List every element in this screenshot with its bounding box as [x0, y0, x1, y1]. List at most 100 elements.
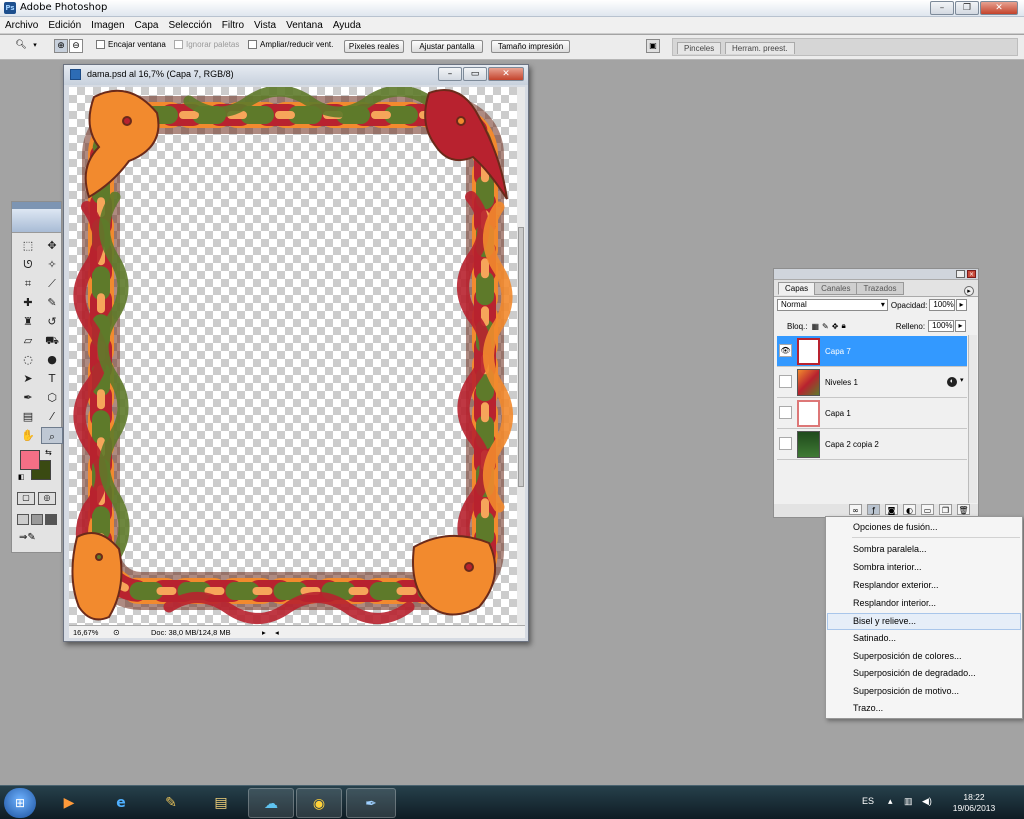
- menu-edicion[interactable]: Edición: [43, 20, 86, 31]
- volume-icon[interactable]: ◀): [922, 796, 932, 807]
- opacity-input[interactable]: 100%: [929, 299, 956, 311]
- layer-row-capa-2-copia-2[interactable]: Capa 2 copia 2: [777, 429, 967, 460]
- close-icon[interactable]: ✕: [980, 1, 1018, 15]
- layers-scrollbar[interactable]: [968, 335, 977, 503]
- menu-item-opciones-fusion[interactable]: Opciones de fusión...: [827, 519, 1021, 536]
- document-window[interactable]: dama.psd al 16,7% (Capa 7, RGB/8) – ▭ ✕: [63, 64, 529, 642]
- new-adjustment-layer-icon[interactable]: ◐: [903, 504, 916, 515]
- marquee-tool-icon[interactable]: ⬚: [17, 237, 39, 254]
- language-indicator[interactable]: ES: [862, 796, 874, 806]
- magic-wand-tool-icon[interactable]: ✧: [41, 256, 63, 273]
- minimize-icon[interactable]: –: [930, 1, 954, 15]
- quick-mask-mode-icon[interactable]: ◎: [38, 492, 56, 505]
- ampliar-option[interactable]: Ampliar/reducir vent.: [248, 40, 333, 49]
- clone-stamp-tool-icon[interactable]: ♜: [17, 313, 39, 330]
- visibility-toggle[interactable]: [779, 375, 792, 388]
- new-group-icon[interactable]: ▭: [921, 504, 934, 515]
- add-layer-mask-icon[interactable]: ◙: [885, 504, 898, 515]
- new-layer-icon[interactable]: ❐: [939, 504, 952, 515]
- swap-colors-icon[interactable]: ⇆: [45, 448, 52, 457]
- doc-restore-icon[interactable]: ▭: [463, 67, 487, 81]
- system-clock[interactable]: 18:22 19/06/2013: [944, 792, 1004, 814]
- healing-brush-tool-icon[interactable]: ✚: [17, 294, 39, 311]
- restore-icon[interactable]: ❐: [955, 1, 979, 15]
- eyedropper-tool-icon[interactable]: ⁄: [41, 408, 63, 425]
- dodge-tool-icon[interactable]: ●: [41, 351, 63, 368]
- tab-capas[interactable]: Capas: [778, 282, 816, 295]
- jump-to-imageready-icon[interactable]: ⇒✎: [19, 532, 36, 543]
- standard-mode-icon[interactable]: ▢: [17, 492, 35, 505]
- image-canvas[interactable]: [69, 87, 517, 625]
- chrome-browser-icon[interactable]: ◉: [296, 788, 342, 818]
- doc-minimize-icon[interactable]: –: [438, 67, 462, 81]
- link-layers-icon[interactable]: ∞: [849, 504, 862, 515]
- visibility-toggle[interactable]: [779, 406, 792, 419]
- tools-panel-header[interactable]: [12, 202, 61, 209]
- zoom-out-icon[interactable]: ⊖: [69, 39, 83, 53]
- doc-close-icon[interactable]: ✕: [488, 67, 524, 81]
- zoom-tool-icon[interactable]: 🔍︎: [14, 39, 28, 53]
- menu-archivo[interactable]: Archivo: [0, 20, 43, 31]
- visibility-eye-icon[interactable]: 👁︎: [779, 344, 792, 357]
- screen-mode-full-icon[interactable]: [45, 514, 57, 525]
- menu-item-superposicion-motivo[interactable]: Superposición de motivo...: [827, 683, 1021, 700]
- dock-tab-herram-preest[interactable]: Herram. preest.: [725, 42, 795, 54]
- menu-ayuda[interactable]: Ayuda: [328, 20, 366, 31]
- menu-vista[interactable]: Vista: [249, 20, 281, 31]
- add-layer-style-icon[interactable]: ƒ: [867, 504, 880, 515]
- blend-mode-select[interactable]: Normal ▾: [777, 299, 888, 311]
- lock-all-icon[interactable]: 🔒︎: [841, 321, 845, 331]
- ignorar-checkbox[interactable]: [174, 40, 183, 49]
- layer-row-capa-7[interactable]: 👁︎ Capa 7: [777, 336, 967, 367]
- notes-tool-icon[interactable]: ▤: [17, 408, 39, 425]
- start-button-icon[interactable]: ⊞: [4, 788, 36, 818]
- menu-item-superposicion-degradado[interactable]: Superposición de degradado...: [827, 665, 1021, 682]
- tab-canales[interactable]: Canales: [814, 282, 858, 295]
- foreground-color-swatch[interactable]: [20, 450, 40, 470]
- menu-imagen[interactable]: Imagen: [86, 20, 129, 31]
- photoshop-taskbar-icon[interactable]: ✒: [346, 788, 396, 818]
- shape-tool-icon[interactable]: ⬡: [41, 389, 63, 406]
- hand-tool-icon[interactable]: ✋: [17, 427, 39, 444]
- crop-tool-icon[interactable]: ⌗: [17, 275, 39, 292]
- dock-tab-pinceles[interactable]: Pinceles: [677, 42, 722, 54]
- type-tool-icon[interactable]: T: [41, 370, 63, 387]
- zoom-tool-selected-icon[interactable]: ⌕: [41, 427, 63, 444]
- screen-mode-standard-icon[interactable]: [17, 514, 29, 525]
- file-explorer-icon[interactable]: ▤: [198, 788, 244, 818]
- utility-app-icon[interactable]: ✎: [148, 788, 194, 818]
- tab-trazados[interactable]: Trazados: [856, 282, 904, 295]
- menu-item-resplandor-interior[interactable]: Resplandor interior...: [827, 595, 1021, 612]
- menu-item-bisel-relieve[interactable]: Bisel y relieve...: [827, 613, 1021, 630]
- layer-row-capa-1[interactable]: Capa 1: [777, 398, 967, 429]
- layers-panel-header[interactable]: ×: [774, 269, 978, 280]
- panel-menu-icon[interactable]: ▸: [964, 286, 974, 296]
- layer-expand-arrow-icon[interactable]: ▾: [960, 376, 964, 384]
- menu-item-sombra-paralela[interactable]: Sombra paralela...: [827, 541, 1021, 558]
- menu-capa[interactable]: Capa: [130, 20, 164, 31]
- delete-layer-icon[interactable]: 🗑︎: [957, 504, 970, 515]
- zoom-level[interactable]: 16,67%: [73, 628, 98, 637]
- menu-item-satinado[interactable]: Satinado...: [827, 630, 1021, 647]
- visibility-toggle[interactable]: [779, 437, 792, 450]
- network-app-icon[interactable]: ☁: [248, 788, 294, 818]
- encajar-checkbox[interactable]: [96, 40, 105, 49]
- paint-bucket-tool-icon[interactable]: ⛟: [41, 332, 63, 349]
- canvas-vertical-scrollbar[interactable]: [517, 87, 525, 625]
- hscroll-left-arrow-icon[interactable]: ◂: [275, 628, 279, 637]
- opacity-slider-arrow-icon[interactable]: ▸: [956, 299, 968, 311]
- tamano-impresion-button[interactable]: Tamaño impresión: [491, 40, 570, 53]
- default-colors-icon[interactable]: ◧: [18, 473, 25, 481]
- menu-item-sombra-interior[interactable]: Sombra interior...: [827, 559, 1021, 576]
- layer-row-niveles-1[interactable]: Niveles 1 ◐ ▾: [777, 367, 967, 398]
- scrollbar-thumb[interactable]: [518, 227, 524, 487]
- menu-seleccion[interactable]: Selección: [163, 20, 216, 31]
- panel-minimize-icon[interactable]: [956, 270, 965, 278]
- palette-well-icon[interactable]: ▣: [646, 39, 660, 53]
- menu-filtro[interactable]: Filtro: [217, 20, 249, 31]
- lock-position-icon[interactable]: ✥: [832, 322, 839, 331]
- internet-explorer-icon[interactable]: e: [98, 788, 144, 818]
- brush-tool-icon[interactable]: ✎: [41, 294, 63, 311]
- menu-ventana[interactable]: Ventana: [281, 20, 328, 31]
- history-brush-tool-icon[interactable]: ↺: [41, 313, 63, 330]
